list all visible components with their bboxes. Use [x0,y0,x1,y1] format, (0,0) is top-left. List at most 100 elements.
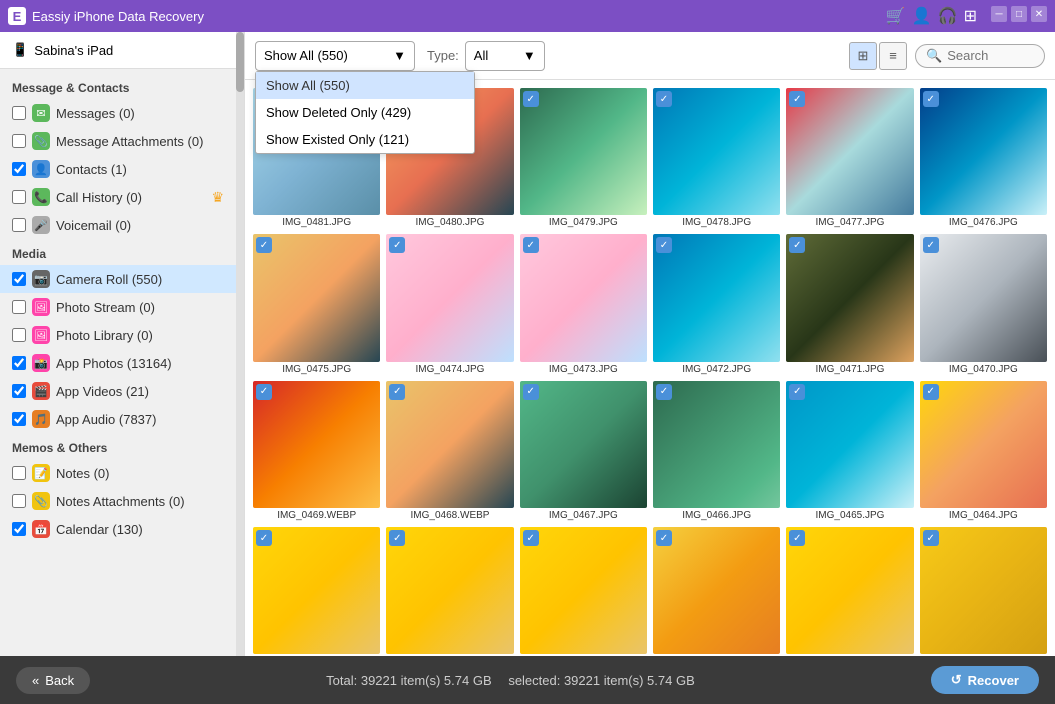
photo-thumbnail: ✓ [653,381,780,508]
maximize-button[interactable]: □ [1011,6,1027,22]
photo-cell[interactable]: ✓IMG_0459.JPG [786,527,913,656]
sidebar-item-camera-roll[interactable]: 📷 Camera Roll (550) [0,265,236,293]
photo-checkbox[interactable]: ✓ [256,237,272,253]
photo-checkbox[interactable]: ✓ [656,384,672,400]
dropdown-option-all[interactable]: Show All (550) [256,72,474,99]
photo-checkbox[interactable]: ✓ [656,237,672,253]
notes-checkbox[interactable] [12,466,26,480]
photo-checkbox[interactable]: ✓ [523,384,539,400]
sidebar-item-contacts[interactable]: 👤 Contacts (1) [0,155,236,183]
photo-checkbox[interactable]: ✓ [256,530,272,546]
photo-checkbox[interactable]: ✓ [523,91,539,107]
photo-cell[interactable]: ✓IMG_0471.JPG [786,234,913,374]
headset-icon[interactable]: 🎧 [938,6,958,26]
photo-checkbox[interactable]: ✓ [789,530,805,546]
photo-checkbox[interactable]: ✓ [256,384,272,400]
photo-cell[interactable]: ✓IMG_0466.JPG [653,381,780,521]
minimize-button[interactable]: ─ [991,6,1007,22]
photo-cell[interactable]: ✓IMG_0464.JPG [920,381,1047,521]
photo-cell[interactable]: ✓IMG_0468.WEBP [386,381,513,521]
photo-checkbox[interactable]: ✓ [923,530,939,546]
photo-checkbox[interactable]: ✓ [656,530,672,546]
photo-cell[interactable]: ✓IMG_0467.JPG [520,381,647,521]
photo-cell[interactable]: ✓IMG_0460.JPG [653,527,780,656]
sidebar-item-app-photos[interactable]: 📸 App Photos (13164) [0,349,236,377]
photo-cell[interactable]: ✓IMG_0477.JPG [786,88,913,228]
photo-checkbox[interactable]: ✓ [923,384,939,400]
sidebar-scrollbar[interactable] [236,32,244,656]
sidebar-scrollbar-thumb[interactable] [236,32,244,92]
device-item[interactable]: 📱 Sabina's iPad [0,32,236,69]
voicemail-label: Voicemail (0) [56,218,224,233]
photo-cell[interactable]: ✓IMG_0474.JPG [386,234,513,374]
notes-attachments-checkbox[interactable] [12,494,26,508]
photo-cell[interactable]: ✓IMG_0470.JPG [920,234,1047,374]
type-dropdown[interactable]: All ▼ [465,41,545,71]
photo-cell[interactable]: ✓IMG_0461.JPG [520,527,647,656]
photo-cell[interactable]: ✓IMG_0478.JPG [653,88,780,228]
app-icon: E [8,7,26,25]
app-photos-checkbox[interactable] [12,356,26,370]
photo-checkbox[interactable]: ✓ [923,237,939,253]
photo-checkbox[interactable]: ✓ [523,530,539,546]
photo-grid: ✓IMG_0481.JPG✓IMG_0480.JPG✓IMG_0479.JPG✓… [245,80,1055,656]
photo-cell[interactable]: ✓IMG_0469.WEBP [253,381,380,521]
sidebar-item-app-videos[interactable]: 🎬 App Videos (21) [0,377,236,405]
sidebar-item-messages[interactable]: ✉ Messages (0) [0,99,236,127]
sidebar-item-photo-library[interactable]: 🖼 Photo Library (0) [0,321,236,349]
photo-cell[interactable]: ✓IMG_0465.JPG [786,381,913,521]
photo-thumbnail: ✓ [253,234,380,361]
search-input[interactable] [947,48,1037,63]
photo-checkbox[interactable]: ✓ [389,237,405,253]
sidebar-item-message-attachments[interactable]: 📎 Message Attachments (0) [0,127,236,155]
photo-cell[interactable]: ✓IMG_0473.JPG [520,234,647,374]
photo-library-checkbox[interactable] [12,328,26,342]
photo-checkbox[interactable]: ✓ [923,91,939,107]
contacts-checkbox[interactable] [12,162,26,176]
back-button[interactable]: « Back [16,667,90,694]
user-icon[interactable]: 👤 [912,6,932,26]
toolbar: Show All (550) ▼ Show All (550) Show Del… [245,32,1055,80]
sidebar-item-notes[interactable]: 📝 Notes (0) [0,459,236,487]
close-button[interactable]: ✕ [1031,6,1047,22]
photo-checkbox[interactable]: ✓ [523,237,539,253]
sidebar-item-voicemail[interactable]: 🎤 Voicemail (0) [0,211,236,239]
camera-roll-checkbox[interactable] [12,272,26,286]
photo-cell[interactable]: ✓IMG_0472.JPG [653,234,780,374]
app-audio-checkbox[interactable] [12,412,26,426]
dropdown-option-existed[interactable]: Show Existed Only (121) [256,126,474,153]
voicemail-checkbox[interactable] [12,218,26,232]
photo-checkbox[interactable]: ✓ [789,384,805,400]
sidebar-item-calendar[interactable]: 📅 Calendar (130) [0,515,236,543]
photo-stream-checkbox[interactable] [12,300,26,314]
photo-checkbox[interactable]: ✓ [389,384,405,400]
list-view-icon: ≡ [889,48,897,63]
call-history-icon: 📞 [32,188,50,206]
photo-cell[interactable]: ✓IMG_0476.JPG [920,88,1047,228]
list-view-button[interactable]: ≡ [879,42,907,70]
photo-checkbox[interactable]: ✓ [789,237,805,253]
grid-icon[interactable]: ⊞ [964,6,977,26]
recover-button[interactable]: ↺ Recover [931,666,1039,694]
sidebar-item-call-history[interactable]: 📞 Call History (0) ♛ [0,183,236,211]
calendar-checkbox[interactable] [12,522,26,536]
call-history-checkbox[interactable] [12,190,26,204]
photo-checkbox[interactable]: ✓ [789,91,805,107]
sidebar-item-notes-attachments[interactable]: 📎 Notes Attachments (0) [0,487,236,515]
message-attachments-checkbox[interactable] [12,134,26,148]
sidebar-item-photo-stream[interactable]: 🖼 Photo Stream (0) [0,293,236,321]
show-dropdown-button[interactable]: Show All (550) ▼ [255,41,415,71]
photo-cell[interactable]: ✓IMG_0463.JPG [253,527,380,656]
photo-cell[interactable]: ✓IMG_0479.JPG [520,88,647,228]
dropdown-option-deleted[interactable]: Show Deleted Only (429) [256,99,474,126]
photo-cell[interactable]: ✓IMG_0475.JPG [253,234,380,374]
sidebar-item-app-audio[interactable]: 🎵 App Audio (7837) [0,405,236,433]
photo-checkbox[interactable]: ✓ [389,530,405,546]
messages-checkbox[interactable] [12,106,26,120]
photo-cell[interactable]: ✓IMG_0462.JPG [386,527,513,656]
photo-checkbox[interactable]: ✓ [656,91,672,107]
cart-icon[interactable]: 🛒 [886,6,906,26]
grid-view-button[interactable]: ⊞ [849,42,877,70]
app-videos-checkbox[interactable] [12,384,26,398]
photo-cell[interactable]: ✓IMG_0458.JPG [920,527,1047,656]
